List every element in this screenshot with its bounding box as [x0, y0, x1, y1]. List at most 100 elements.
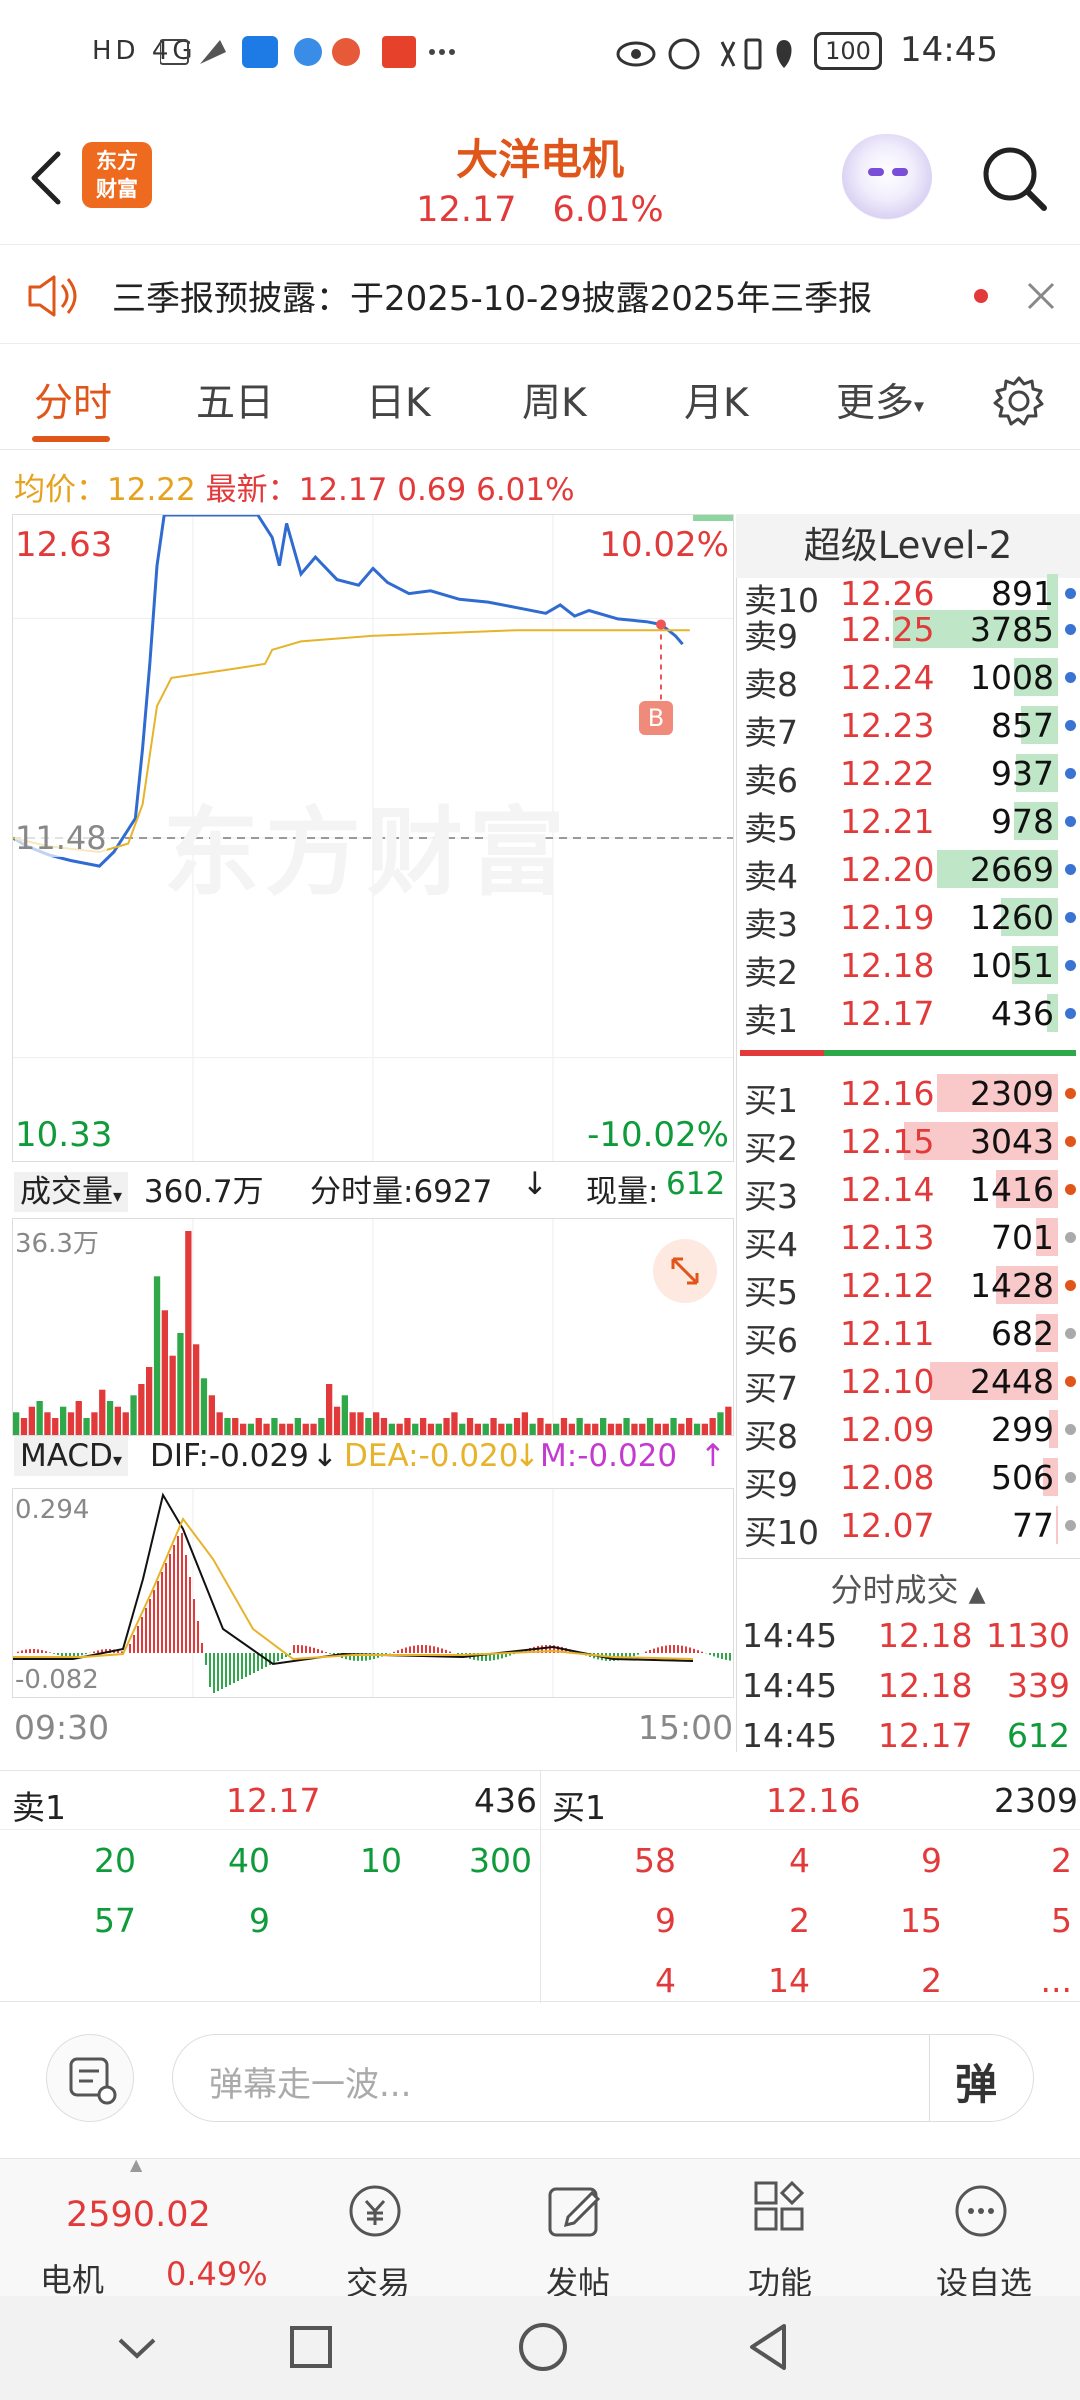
book-row-buy[interactable]: 买8 12.09 299	[744, 1404, 1078, 1456]
tab-more[interactable]: 更多▾	[836, 372, 924, 428]
book-level-label: 买5	[744, 1273, 798, 1312]
search-icon[interactable]	[978, 142, 1050, 214]
volume-selector[interactable]: 成交量▾	[14, 1172, 129, 1212]
macd-bar	[221, 1653, 223, 1689]
tab-intraday[interactable]: 分时	[34, 372, 112, 428]
volume-bar	[341, 1395, 348, 1435]
macd-bar	[133, 1635, 135, 1653]
macd-bar	[729, 1653, 731, 1661]
tab-five-day[interactable]: 五日	[196, 372, 274, 428]
book-row-buy[interactable]: 买5 12.12 1428	[744, 1260, 1078, 1312]
macd-selector[interactable]: MACD▾	[14, 1436, 128, 1476]
macd-bar	[41, 1650, 43, 1653]
buy-marker[interactable]: B	[639, 701, 673, 735]
index-value[interactable]: 2590.02	[66, 2195, 211, 2235]
macd-bar	[249, 1653, 251, 1675]
volume-bar	[459, 1423, 466, 1435]
status-time: 14:45	[900, 30, 998, 70]
macd-bar	[213, 1653, 215, 1693]
intraday-chart[interactable]: 12.63 10.02% 11.48 10.33 -10.02% 东方财富 B	[12, 514, 734, 1162]
tab-monthly-k[interactable]: 月K	[684, 372, 749, 428]
watchlist-icon[interactable]	[946, 2179, 1016, 2249]
volume-bar	[474, 1423, 481, 1435]
macd-bar	[697, 1650, 699, 1653]
macd-bar	[57, 1653, 59, 1655]
robot-eye-left	[868, 168, 884, 176]
book-row-buy[interactable]: 买7 12.10 2448	[744, 1356, 1078, 1408]
book-row-buy[interactable]: 买9 12.08 506	[744, 1452, 1078, 1504]
queue-buy-item: 15	[900, 1901, 942, 1940]
book-depth-bar	[1055, 1506, 1058, 1544]
close-icon[interactable]	[1024, 279, 1058, 313]
queue-buy-label: 买1	[552, 1788, 606, 1827]
volume-max-label: 36.3万	[15, 1229, 99, 1259]
tab-daily-k[interactable]: 日K	[366, 372, 431, 428]
macd-bar	[329, 1653, 331, 1654]
book-price: 12.14	[840, 1170, 935, 1209]
book-row-buy[interactable]: 买2 12.15 3043	[744, 1116, 1078, 1168]
macd-bar	[225, 1653, 227, 1687]
book-row-buy[interactable]: 买6 12.11 682	[744, 1308, 1078, 1360]
volume-chart[interactable]: 36.3万	[12, 1218, 734, 1436]
book-dot	[1065, 816, 1076, 827]
book-price: 12.17	[840, 994, 935, 1033]
queue-divider	[540, 1771, 541, 2003]
book-row-sell[interactable]: 卖4 12.20 2669	[744, 844, 1078, 896]
volume-bar	[623, 1418, 630, 1435]
volume-bar	[427, 1423, 435, 1435]
book-row-buy[interactable]: 买3 12.14 1416	[744, 1164, 1078, 1216]
tab-weekly-k[interactable]: 周K	[522, 372, 587, 428]
book-price: 12.21	[840, 802, 935, 841]
book-level-label: 买7	[744, 1369, 798, 1408]
book-row-sell[interactable]: 卖9 12.25 3785	[744, 604, 1078, 656]
danmaku-input[interactable]: 弹幕走一波... 弹	[172, 2034, 1034, 2122]
danmaku-list-icon[interactable]	[46, 2034, 134, 2122]
notice-bar[interactable]: 三季报预披露：于2025-10-29披露2025年三季报	[0, 244, 1080, 344]
robot-assistant-icon[interactable]	[842, 134, 932, 220]
caret-down-icon: ▾	[112, 1450, 122, 1471]
gear-icon[interactable]	[992, 374, 1046, 428]
book-row-buy[interactable]: 买10 12.07 77	[744, 1500, 1078, 1552]
back-nav-icon[interactable]	[744, 2320, 794, 2374]
home-icon[interactable]	[516, 2320, 570, 2374]
book-level-label: 买3	[744, 1177, 798, 1216]
macd-bar	[137, 1626, 139, 1653]
volume-bar	[662, 1423, 669, 1435]
trade-icon[interactable]	[340, 2179, 410, 2249]
book-row-sell[interactable]: 卖6 12.22 937	[744, 748, 1078, 800]
macd-bar	[149, 1599, 151, 1653]
danmaku-toggle-button[interactable]: 弹	[955, 2051, 997, 2112]
book-row-sell[interactable]: 卖5 12.21 978	[744, 796, 1078, 848]
unread-dot	[974, 289, 988, 303]
chevron-down-icon[interactable]	[112, 2326, 162, 2370]
book-row-sell[interactable]: 卖7 12.23 857	[744, 700, 1078, 752]
expand-icon[interactable]	[653, 1239, 717, 1303]
book-level-label: 卖2	[744, 953, 798, 992]
functions-icon[interactable]	[746, 2179, 816, 2249]
book-row-sell[interactable]: 卖3 12.19 1260	[744, 892, 1078, 944]
book-row-sell[interactable]: 卖8 12.24 1008	[744, 652, 1078, 704]
macd-bar	[289, 1653, 291, 1655]
book-level-label: 买4	[744, 1225, 798, 1264]
macd-bar	[161, 1572, 163, 1653]
x-end-label: 15:00	[638, 1708, 734, 1747]
book-row-sell[interactable]: 卖2 12.18 1051	[744, 940, 1078, 992]
book-row-buy[interactable]: 买4 12.13 701	[744, 1212, 1078, 1264]
book-row-buy[interactable]: 买1 12.16 2309	[744, 1068, 1078, 1120]
queue-header-line	[0, 1829, 1080, 1830]
macd-bar	[277, 1653, 279, 1661]
trade-price: 12.18	[878, 1666, 973, 1705]
macd-bar	[49, 1652, 51, 1653]
book-row-sell[interactable]: 卖1 12.17 436	[744, 988, 1078, 1040]
recents-icon[interactable]	[286, 2322, 336, 2372]
macd-chart[interactable]: 0.294 -0.082	[12, 1488, 734, 1698]
trade-volume: 339	[1007, 1666, 1070, 1705]
index-name[interactable]: 电机	[40, 2255, 104, 2301]
macd-bar	[305, 1645, 307, 1653]
speaker-icon	[26, 273, 82, 319]
trades-header[interactable]: 分时成交 ▲	[736, 1558, 1080, 1610]
book-volume: 682	[991, 1314, 1054, 1353]
volume-total: 360.7万	[143, 1174, 264, 1210]
macd-bar	[281, 1653, 283, 1659]
post-icon[interactable]	[540, 2179, 610, 2249]
